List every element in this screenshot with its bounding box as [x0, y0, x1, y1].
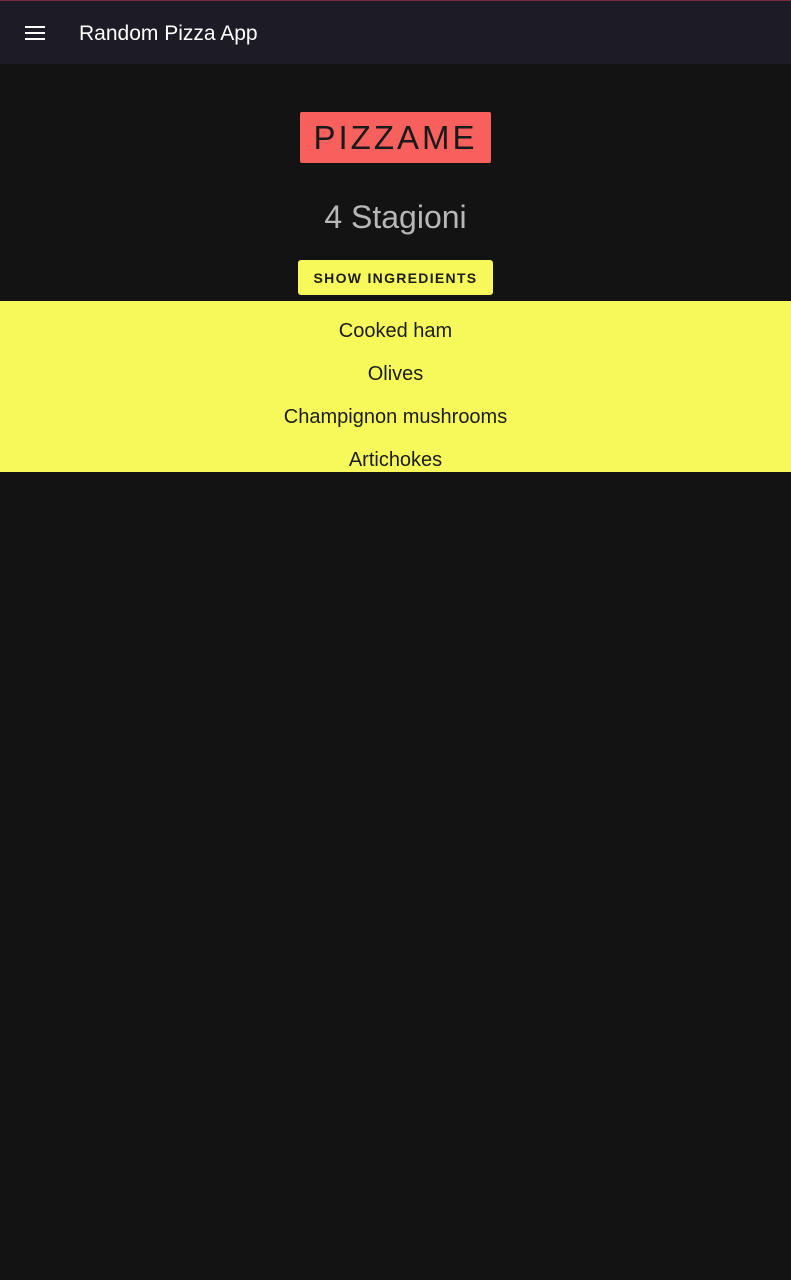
menu-line: [25, 38, 45, 40]
ingredient-item: Artichokes: [348, 449, 443, 471]
ingredient-item: Olives: [367, 363, 424, 385]
ingredient-item: Champignon mushrooms: [283, 406, 508, 428]
menu-line: [25, 32, 45, 34]
app-bar: Random Pizza App: [0, 0, 791, 64]
app-title: Random Pizza App: [79, 22, 258, 45]
ingredient-item: Cooked ham: [338, 320, 453, 342]
show-ingredients-button[interactable]: SHOW INGREDIENTS: [298, 260, 493, 295]
pizza-name: 4 Stagioni: [324, 199, 467, 235]
ingredients-list: Cooked ham Olives Champignon mushrooms A…: [0, 301, 791, 472]
menu-line: [25, 26, 45, 28]
pizzame-logo: PIZZAME: [300, 112, 491, 163]
hamburger-menu-icon[interactable]: [20, 21, 50, 45]
